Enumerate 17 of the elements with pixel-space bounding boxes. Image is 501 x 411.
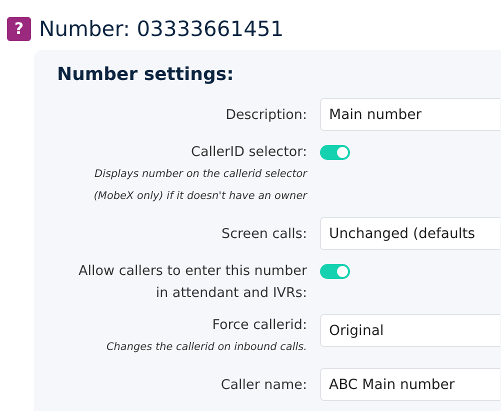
- toggle-switch[interactable]: [320, 264, 350, 279]
- field-label: Force callerid:: [211, 316, 307, 335]
- field-label: Caller name:: [220, 376, 307, 394]
- field-hint: Displays number on the callerid selector (MobeX only) if it doesn't have an owner: [92, 167, 307, 204]
- page-title: Number: 03333661451: [39, 16, 284, 40]
- help-icon: ?: [7, 16, 31, 40]
- panel-heading: Number settings:: [57, 64, 235, 86]
- field-label: Screen calls:: [220, 224, 307, 244]
- input-field[interactable]: Unchanged (defaults: [320, 217, 500, 250]
- field-label: Description:: [224, 106, 307, 124]
- input-field[interactable]: Main number: [320, 98, 500, 131]
- field-label: CallerID selector:: [190, 143, 307, 162]
- field-label: Allow callers to enter this number in attendant and IVRs:: [78, 262, 307, 303]
- input-field[interactable]: ABC Main number: [320, 368, 500, 401]
- toggle-switch[interactable]: [320, 145, 350, 160]
- field-hint: Changes the callerid on inbound calls.: [105, 340, 307, 355]
- input-field[interactable]: Original: [320, 314, 500, 347]
